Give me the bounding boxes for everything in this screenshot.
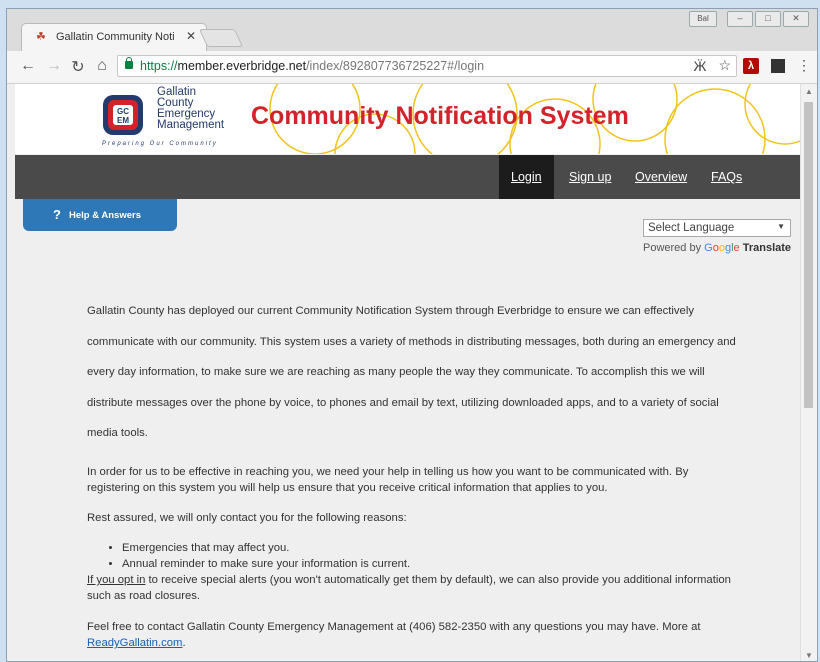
google-letter: e — [733, 242, 740, 254]
forward-arrow-icon[interactable]: → — [45, 57, 63, 75]
powered-by-google-translate: Powered by Google Translate — [643, 242, 791, 254]
rest-assured-paragraph: Rest assured, we will only contact you f… — [87, 511, 407, 524]
pdf-extension-icon[interactable]: λ — [743, 57, 759, 74]
contact-end: . — [182, 636, 186, 649]
logo-line-4: Management — [157, 119, 225, 131]
qr-extension-icon[interactable] — [771, 58, 785, 73]
language-select-value: Select Language — [648, 222, 735, 234]
language-select[interactable]: Select Language ▼ — [643, 219, 791, 237]
logo-tagline: Preparing Our Community — [102, 141, 218, 147]
bookmark-star-icon[interactable]: ☆ — [718, 57, 731, 74]
google-letter: G — [704, 242, 713, 254]
browser-tab[interactable]: ☘ Gallatin Community Noti ✕ — [21, 23, 207, 51]
contact-text: Feel free to contact Gallatin County Eme… — [87, 620, 701, 633]
close-window-icon[interactable]: ✕ — [783, 11, 809, 27]
opt-in-link[interactable]: If you opt in — [87, 574, 145, 586]
help-answers-button[interactable]: ? Help & Answers — [23, 199, 177, 231]
nav-sign-up[interactable]: Sign up — [557, 155, 623, 199]
help-request-paragraph: In order for us to be effective in reach… — [87, 465, 689, 494]
nav-faqs[interactable]: FAQs — [699, 155, 754, 199]
page-scrollbar[interactable]: ▲ ▼ — [800, 84, 817, 661]
page-viewport: GC EM Gallatin County Emergency Manageme… — [7, 84, 803, 661]
svg-text:GC: GC — [117, 107, 129, 116]
powered-by-label: Powered by — [643, 242, 702, 254]
reasons-list: Emergencies that may affect you. Annual … — [87, 540, 737, 572]
browser-toolbar: ← → ↻ ⌂ https://member.everbridge.net/in… — [7, 51, 817, 84]
window-controls: Bal – □ ✕ — [689, 11, 809, 27]
svg-text:EM: EM — [117, 116, 129, 125]
site-title: Community Notification System — [251, 102, 629, 130]
ready-gallatin-link[interactable]: ReadyGallatin.com — [87, 637, 182, 649]
scroll-thumb[interactable] — [804, 102, 813, 408]
question-icon: ? — [53, 207, 61, 222]
url-host: member.everbridge.net — [177, 59, 307, 73]
minimize-icon[interactable]: – — [727, 11, 753, 27]
tab-close-icon[interactable]: ✕ — [186, 29, 196, 43]
help-label: Help & Answers — [69, 210, 141, 221]
dropdown-arrow-icon: ▼ — [777, 222, 785, 231]
maximize-icon[interactable]: □ — [755, 11, 781, 27]
opt-in-paragraph: If you opt in to receive special alerts … — [87, 572, 737, 604]
new-tab-button[interactable] — [198, 29, 244, 47]
tab-title: Gallatin Community Noti — [56, 31, 175, 43]
url-text: https://member.everbridge.net/index/8928… — [140, 59, 484, 73]
url-path: /index/892807736725227#/login — [306, 59, 485, 73]
browser-window: ☘ Gallatin Community Noti ✕ Bal – □ ✕ ← … — [6, 8, 818, 662]
home-icon[interactable]: ⌂ — [93, 57, 111, 75]
menu-icon[interactable]: ⋮ — [797, 57, 811, 74]
logo-text: Gallatin County Emergency Management — [157, 86, 225, 131]
everbridge-favicon-icon: ☘ — [36, 31, 46, 43]
toolbar-actions: Ӝ ☆ λ ⋮ — [694, 57, 811, 74]
site-header: GC EM Gallatin County Emergency Manageme… — [15, 84, 803, 154]
intro-paragraph: Gallatin County has deployed our current… — [87, 305, 736, 440]
list-item: Annual reminder to make sure your inform… — [122, 556, 737, 572]
url-scheme: https:// — [140, 59, 178, 73]
nav-overview[interactable]: Overview — [623, 155, 699, 199]
scroll-up-icon[interactable]: ▲ — [805, 87, 813, 96]
google-logo[interactable]: Google — [704, 242, 740, 254]
main-content: Gallatin County has deployed our current… — [87, 296, 737, 651]
gcem-logo-icon: GC EM — [103, 95, 143, 135]
translate-link[interactable]: Translate — [743, 242, 791, 254]
contact-paragraph: Feel free to contact Gallatin County Eme… — [87, 619, 737, 651]
scroll-down-icon[interactable]: ▼ — [805, 651, 813, 660]
nav-login[interactable]: Login — [499, 155, 554, 199]
translate-page-icon[interactable]: Ӝ — [694, 58, 707, 74]
lock-icon — [125, 57, 133, 69]
tab-strip: ☘ Gallatin Community Noti ✕ Bal – □ ✕ — [7, 9, 817, 52]
back-arrow-icon[interactable]: ← — [19, 57, 37, 75]
opt-in-text: to receive special alerts (you won't aut… — [87, 573, 731, 602]
address-bar[interactable]: https://member.everbridge.net/index/8928… — [117, 55, 737, 77]
profile-badge[interactable]: Bal — [689, 11, 717, 27]
reload-icon[interactable]: ↻ — [69, 57, 87, 77]
main-nav: Login Sign up Overview FAQs — [15, 155, 803, 199]
list-item: Emergencies that may affect you. — [122, 540, 737, 556]
